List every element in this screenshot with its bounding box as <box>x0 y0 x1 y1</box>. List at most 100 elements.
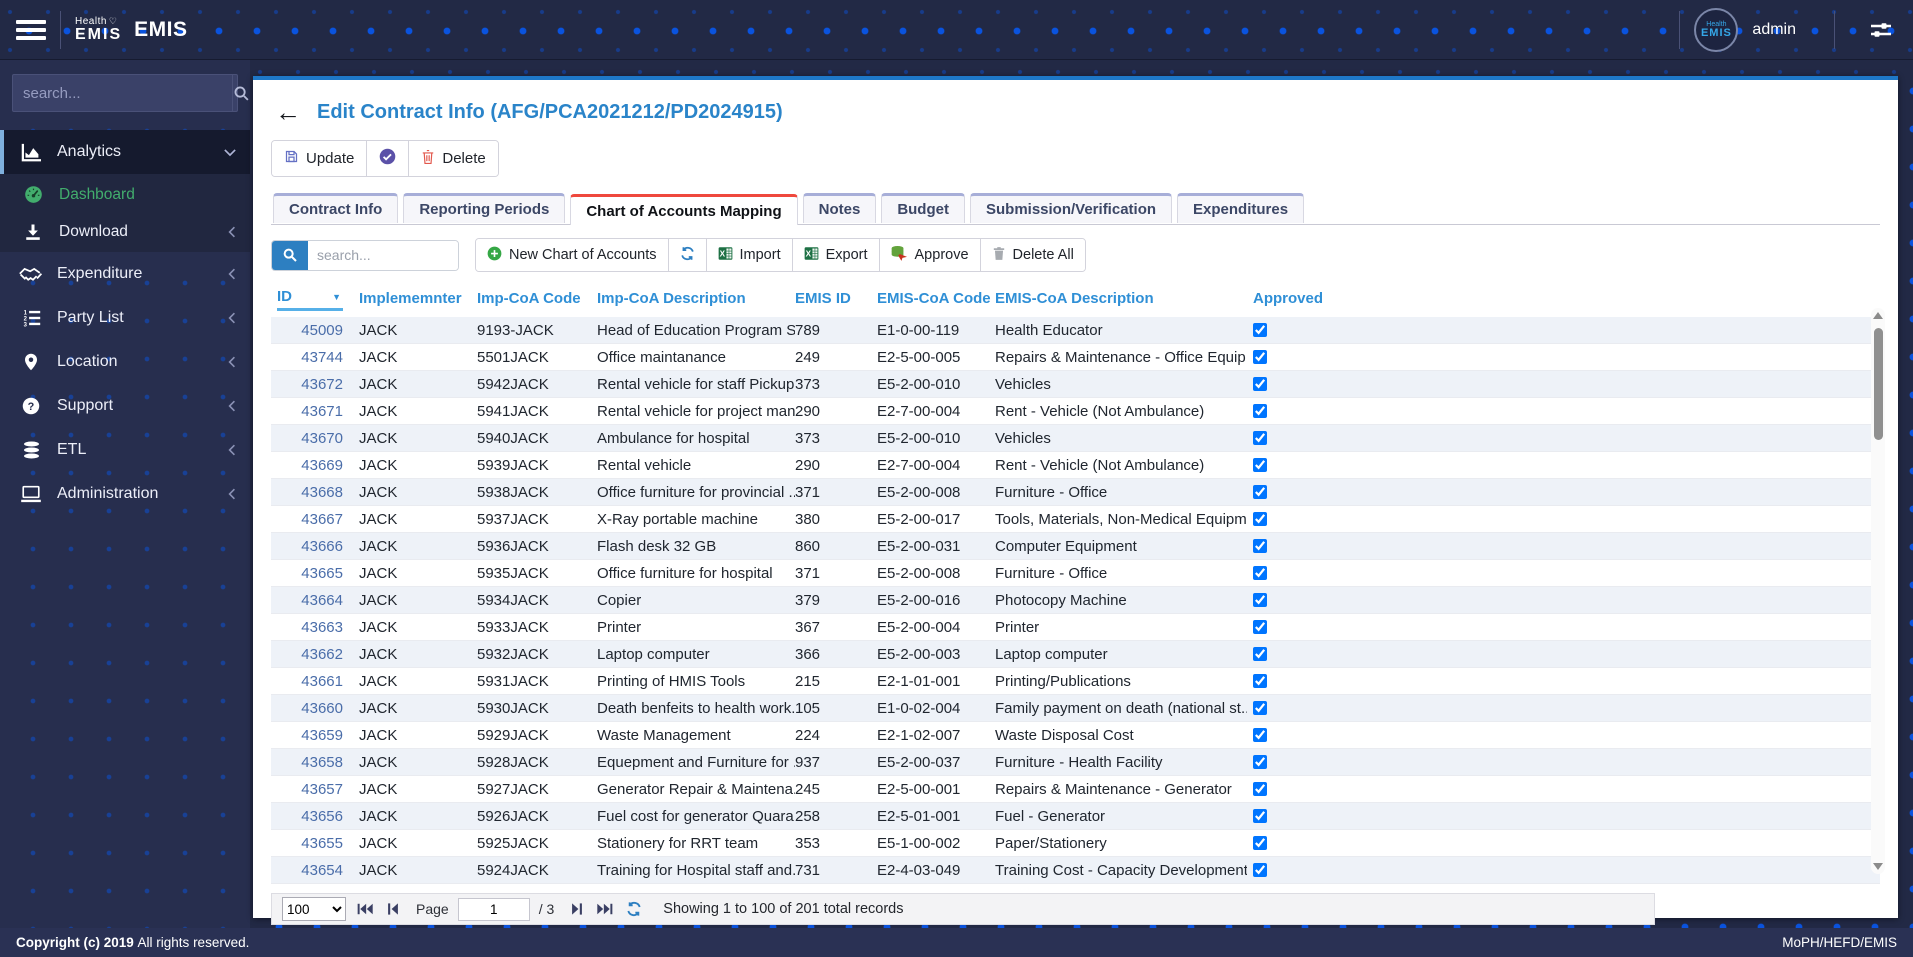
column-header-emis-id[interactable]: EMIS ID <box>795 285 877 311</box>
row-id-link[interactable]: 43744 <box>301 349 343 366</box>
tab-budget[interactable]: Budget <box>881 193 965 223</box>
row-id-link[interactable]: 43665 <box>301 565 343 582</box>
row-id-link[interactable]: 43657 <box>301 781 343 798</box>
approved-checkbox[interactable] <box>1253 674 1267 688</box>
row-id-link[interactable]: 43664 <box>301 592 343 609</box>
row-id-link[interactable]: 43666 <box>301 538 343 555</box>
approved-checkbox[interactable] <box>1253 485 1267 499</box>
last-page-icon[interactable] <box>594 900 615 918</box>
page-number-input[interactable] <box>457 897 530 921</box>
settings-sliders-icon[interactable] <box>1867 18 1895 42</box>
row-id-link[interactable]: 43667 <box>301 511 343 528</box>
cell-approved <box>1247 857 1339 883</box>
first-page-icon[interactable] <box>355 900 376 918</box>
sidebar-item-expenditure[interactable]: Expenditure <box>0 252 250 296</box>
new-chart-of-accounts-button[interactable]: New Chart of Accounts <box>476 239 669 271</box>
column-header-imp-coa-description[interactable]: Imp-CoA Description <box>597 285 795 311</box>
approved-checkbox[interactable] <box>1253 728 1267 742</box>
update-button[interactable]: Update <box>272 141 368 176</box>
row-id-link[interactable]: 43670 <box>301 430 343 447</box>
next-page-icon[interactable] <box>569 900 585 918</box>
approved-checkbox[interactable] <box>1253 836 1267 850</box>
tab-chart-of-accounts-mapping[interactable]: Chart of Accounts Mapping <box>570 194 798 225</box>
sidebar-item-etl[interactable]: ETL <box>0 428 250 472</box>
user-avatar[interactable]: Health EMIS <box>1694 7 1739 52</box>
approved-checkbox[interactable] <box>1253 863 1267 877</box>
approve-button[interactable]: Approve <box>879 239 981 271</box>
delete-button[interactable]: Delete <box>409 141 498 176</box>
approved-checkbox[interactable] <box>1253 782 1267 796</box>
tab-submission-verification[interactable]: Submission/Verification <box>969 193 1173 223</box>
table-scrollbar[interactable] <box>1871 308 1885 874</box>
grid-search-input[interactable] <box>308 240 458 270</box>
cell-implementer: JACK <box>359 618 398 636</box>
column-header-approved[interactable]: Approved <box>1247 285 1339 311</box>
row-id-link[interactable]: 43660 <box>301 700 343 717</box>
sidebar-search-input[interactable] <box>13 84 232 102</box>
cell-approved <box>1247 749 1339 775</box>
prev-page-icon[interactable] <box>385 900 401 918</box>
sidebar-item-support[interactable]: ? Support <box>0 384 250 428</box>
column-header-implememnter[interactable]: Implememnter <box>343 285 477 311</box>
approved-checkbox[interactable] <box>1253 701 1267 715</box>
delete-all-button[interactable]: Delete All <box>980 239 1085 271</box>
approved-checkbox[interactable] <box>1253 512 1267 526</box>
approved-checkbox[interactable] <box>1253 539 1267 553</box>
tab-reporting-periods[interactable]: Reporting Periods <box>403 193 566 223</box>
row-id-link[interactable]: 43656 <box>301 808 343 825</box>
username-label[interactable]: admin <box>1752 21 1796 39</box>
table-row: 43659 JACK 5929JACK Waste Management 224 E2-1… <box>271 722 1880 749</box>
row-id-link[interactable]: 43661 <box>301 673 343 690</box>
approved-checkbox[interactable] <box>1253 620 1267 634</box>
approved-checkbox[interactable] <box>1253 404 1267 418</box>
app-logo[interactable]: Health ♡ EMIS <box>75 16 122 43</box>
sidebar-item-location[interactable]: Location <box>0 340 250 384</box>
column-header-imp-coa-code[interactable]: Imp-CoA Code <box>477 285 597 311</box>
sidebar-item-dashboard[interactable]: Dashboard <box>0 176 250 213</box>
tab-expenditures[interactable]: Expenditures <box>1177 193 1305 223</box>
import-button[interactable]: X Import <box>706 239 793 271</box>
sidebar-item-download[interactable]: Download <box>0 213 250 250</box>
row-id-link[interactable]: 43662 <box>301 646 343 663</box>
row-id-link[interactable]: 43659 <box>301 727 343 744</box>
approved-checkbox[interactable] <box>1253 431 1267 445</box>
column-header-id[interactable]: ID ▼ <box>277 285 343 311</box>
row-id-link[interactable]: 45009 <box>301 322 343 339</box>
refresh-button[interactable] <box>668 239 707 271</box>
approved-checkbox[interactable] <box>1253 458 1267 472</box>
approved-checkbox[interactable] <box>1253 809 1267 823</box>
approved-checkbox[interactable] <box>1253 377 1267 391</box>
tab-contract-info[interactable]: Contract Info <box>273 193 399 223</box>
approved-checkbox[interactable] <box>1253 647 1267 661</box>
sidebar-item-analytics[interactable]: Analytics <box>0 130 250 174</box>
approved-checkbox[interactable] <box>1253 323 1267 337</box>
column-header-emis-coa-description[interactable]: EMIS-CoA Description <box>995 285 1247 311</box>
row-id-link[interactable]: 43654 <box>301 862 343 879</box>
grid-search-button[interactable] <box>272 240 308 270</box>
row-id-link[interactable]: 43669 <box>301 457 343 474</box>
approved-checkbox[interactable] <box>1253 593 1267 607</box>
scrollbar-down-icon[interactable] <box>1873 863 1883 870</box>
menu-icon[interactable] <box>16 16 46 44</box>
search-icon[interactable] <box>232 75 250 111</box>
row-id-link[interactable]: 43672 <box>301 376 343 393</box>
page-size-select[interactable]: 100 <box>282 897 346 921</box>
scrollbar-up-icon[interactable] <box>1873 312 1883 319</box>
approved-checkbox[interactable] <box>1253 566 1267 580</box>
sidebar-item-party-list[interactable]: 1 2 3 Party List <box>0 296 250 340</box>
approved-checkbox[interactable] <box>1253 350 1267 364</box>
row-id-link[interactable]: 43658 <box>301 754 343 771</box>
row-id-link[interactable]: 43671 <box>301 403 343 420</box>
approved-checkbox[interactable] <box>1253 755 1267 769</box>
tab-notes[interactable]: Notes <box>802 193 877 223</box>
back-arrow-icon[interactable]: ← <box>275 99 301 125</box>
confirm-button[interactable] <box>367 141 410 176</box>
row-id-link[interactable]: 43663 <box>301 619 343 636</box>
export-button[interactable]: X Export <box>792 239 880 271</box>
row-id-link[interactable]: 43655 <box>301 835 343 852</box>
column-header-emis-coa-code[interactable]: EMIS-CoA Code <box>877 285 995 311</box>
scrollbar-thumb[interactable] <box>1873 328 1883 440</box>
row-id-link[interactable]: 43668 <box>301 484 343 501</box>
pager-refresh-icon[interactable] <box>624 899 644 919</box>
sidebar-item-administration[interactable]: Administration <box>0 472 250 516</box>
